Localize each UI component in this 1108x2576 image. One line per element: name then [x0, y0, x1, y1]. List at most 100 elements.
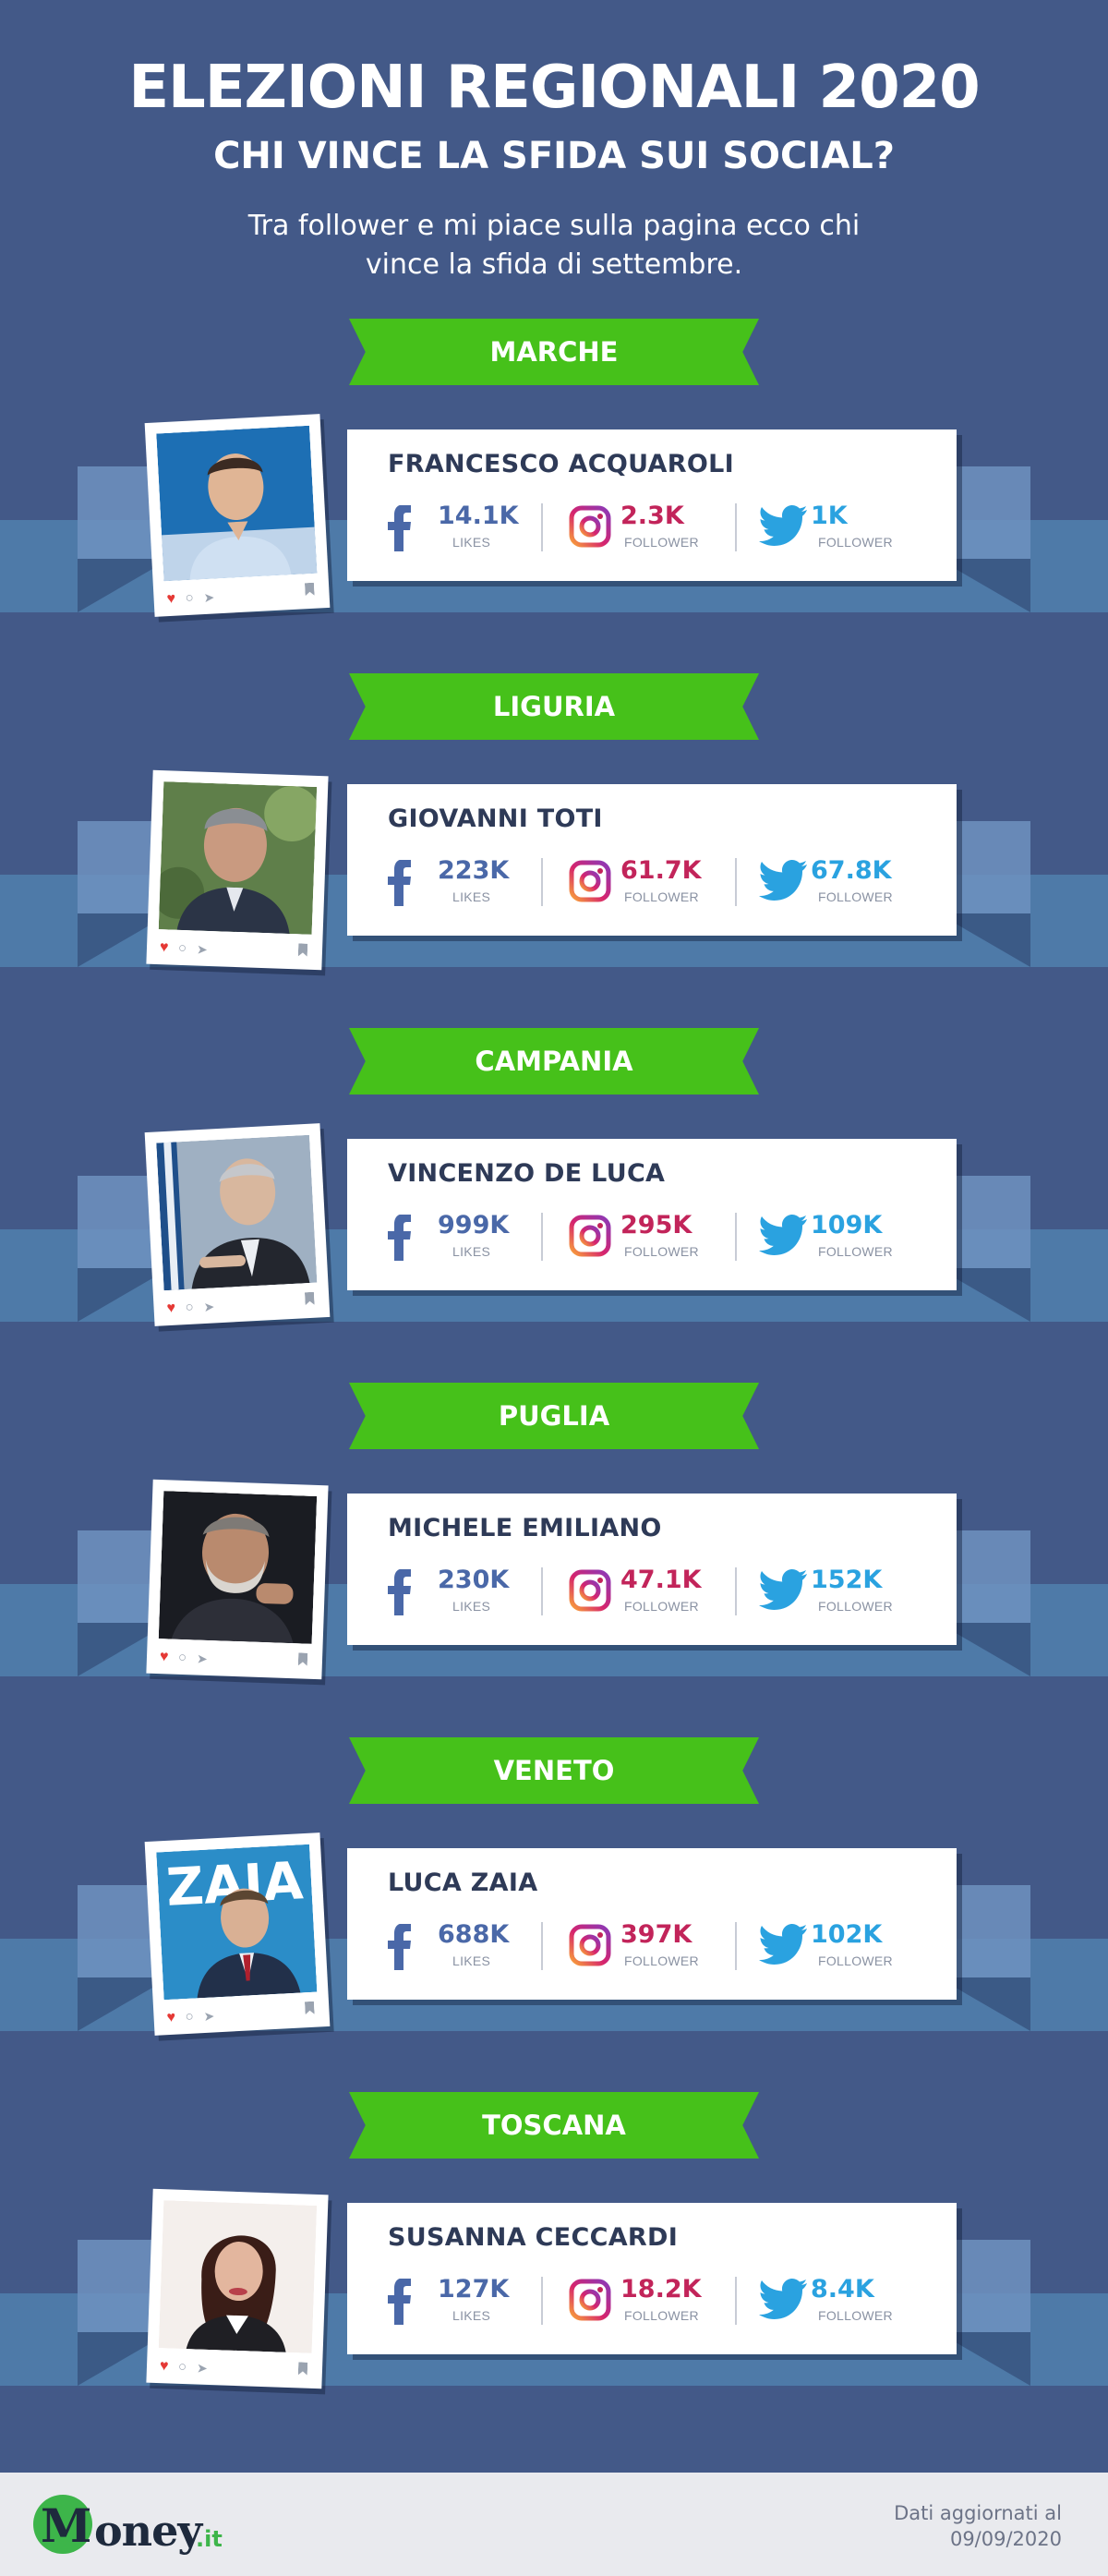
region-ribbon: VENETO — [349, 1737, 759, 1804]
update-line-1: Dati aggiornati al — [894, 2502, 1062, 2524]
facebook-label: LIKES — [452, 535, 491, 550]
candidate-card: MICHELE EMILIANO 230K LIKES 47.1K FOLLOWER 15… — [347, 1494, 957, 1645]
candidate-name: SUSANNA CECCARDI — [388, 2223, 679, 2252]
comment-icon: ○ — [177, 1649, 187, 1666]
region-ribbon: MARCHE — [349, 319, 759, 385]
facebook-label: LIKES — [452, 889, 491, 904]
candidate-portrait: ZAIA — [156, 1844, 318, 2001]
twitter-icon — [759, 505, 807, 550]
bookmark-icon — [298, 2362, 307, 2375]
candidate-photo: ♥ ○ ➤ — [146, 2188, 329, 2389]
candidate-card: FRANCESCO ACQUAROLI 14.1K LIKES 2.3K FOLLOWE… — [347, 429, 957, 581]
facebook-icon — [386, 1923, 414, 1975]
region-section: CAMPANIA ♥ ○ ➤ VINCENZO DE LUCA 999K LIKES 295K… — [0, 1028, 1108, 1379]
comment-icon: ○ — [177, 2358, 187, 2376]
instagram-count: 295K — [620, 1211, 692, 1240]
heart-icon: ♥ — [166, 590, 176, 608]
stat-divider — [735, 1922, 737, 1970]
region-ribbon: TOSCANA — [349, 2092, 759, 2159]
stat-divider — [735, 1213, 737, 1261]
facebook-label: LIKES — [452, 2308, 491, 2323]
instagram-icon — [569, 2279, 611, 2326]
logo-tld: .it — [196, 2526, 223, 2552]
page-title: ELEZIONI REGIONALI 2020 — [128, 54, 980, 122]
comment-icon: ○ — [185, 589, 195, 607]
facebook-icon — [386, 1214, 414, 1265]
photo-actions: ♥ ○ ➤ — [157, 929, 311, 970]
twitter-icon — [759, 860, 807, 905]
region-section: MARCHE ♥ ○ ➤ FRANCESCO ACQUAROLI 14.1K LIKES 2.… — [0, 319, 1108, 670]
instagram-count: 61.7K — [620, 856, 702, 885]
region-section: TOSCANA ♥ ○ ➤ SUSANNA CECCARDI 127K LIKES 18.2K… — [0, 2092, 1108, 2443]
stat-divider — [541, 1922, 543, 1970]
twitter-icon — [759, 2279, 807, 2324]
twitter-label: FOLLOWER — [818, 535, 893, 550]
instagram-count: 397K — [620, 1920, 692, 1949]
twitter-icon — [759, 1569, 807, 1615]
heart-icon: ♥ — [159, 1649, 169, 1665]
region-ribbon: CAMPANIA — [349, 1028, 759, 1094]
facebook-count: 223K — [438, 856, 510, 885]
facebook-icon — [386, 2278, 414, 2329]
bookmark-icon — [298, 943, 307, 956]
page-subtitle: CHI VINCE LA SFIDA SUI SOCIAL? — [213, 135, 895, 177]
stat-divider — [735, 1567, 737, 1615]
twitter-count: 152K — [811, 1566, 883, 1594]
share-icon: ➤ — [203, 1299, 215, 1315]
twitter-count: 102K — [811, 1920, 883, 1949]
comment-icon: ○ — [185, 1299, 195, 1316]
candidate-name: LUCA ZAIA — [388, 1869, 538, 1897]
candidate-card: LUCA ZAIA 688K LIKES 397K FOLLOWER 102K FOLLOW… — [347, 1848, 957, 2000]
instagram-count: 2.3K — [620, 502, 684, 530]
heart-icon: ♥ — [166, 2009, 176, 2026]
candidate-photo: ZAIA ♥ ○ ➤ — [144, 1832, 331, 2036]
candidate-photo: ♥ ○ ➤ — [146, 769, 329, 971]
bookmark-icon — [305, 2002, 315, 2015]
intro-text: Tra follower e mi piace sulla pagina ecc… — [185, 207, 923, 284]
instagram-label: FOLLOWER — [624, 1953, 699, 1968]
stat-divider — [735, 2277, 737, 2325]
region-ribbon: LIGURIA — [349, 673, 759, 740]
instagram-icon — [569, 1569, 611, 1616]
candidate-card: GIOVANNI TOTI 223K LIKES 61.7K FOLLOWER 67.8K… — [347, 784, 957, 936]
bookmark-icon — [298, 1652, 307, 1665]
header: ELEZIONI REGIONALI 2020 CHI VINCE LA SFI… — [0, 0, 1108, 305]
region-section: VENETO ZAIA ♥ ○ ➤ LUCA ZAIA 688K LIKES 397K FOLLO… — [0, 1737, 1108, 2088]
stat-divider — [541, 1567, 543, 1615]
instagram-label: FOLLOWER — [624, 1599, 699, 1614]
photo-actions: ♥ ○ ➤ — [157, 1639, 311, 1679]
twitter-count: 109K — [811, 1211, 883, 1240]
stat-divider — [735, 858, 737, 906]
facebook-icon — [386, 859, 414, 911]
candidate-name: GIOVANNI TOTI — [388, 804, 603, 833]
candidate-photo: ♥ ○ ➤ — [144, 1123, 331, 1326]
twitter-count: 1K — [811, 502, 848, 530]
twitter-count: 67.8K — [811, 856, 892, 885]
twitter-label: FOLLOWER — [818, 2308, 893, 2323]
intro-line-2: vince la sfida di settembre. — [365, 248, 743, 281]
instagram-icon — [569, 505, 611, 552]
share-icon: ➤ — [203, 589, 215, 606]
share-icon: ➤ — [196, 1651, 208, 1666]
comment-icon: ○ — [185, 2008, 195, 2026]
facebook-count: 230K — [438, 1566, 510, 1594]
stat-divider — [541, 1213, 543, 1261]
facebook-count: 999K — [438, 1211, 510, 1240]
stat-divider — [541, 858, 543, 906]
twitter-icon — [759, 1924, 807, 1969]
bookmark-icon — [305, 1292, 315, 1306]
region-section: PUGLIA ♥ ○ ➤ MICHELE EMILIANO 230K LIKES 47.1K F… — [0, 1383, 1108, 1734]
facebook-label: LIKES — [452, 1244, 491, 1259]
stat-divider — [541, 2277, 543, 2325]
candidate-portrait — [158, 1491, 318, 1644]
heart-icon: ♥ — [166, 1300, 176, 1317]
candidate-card: SUSANNA CECCARDI 127K LIKES 18.2K FOLLOWER 8.… — [347, 2203, 957, 2354]
instagram-icon — [569, 1215, 611, 1262]
instagram-count: 18.2K — [620, 2275, 702, 2304]
stat-divider — [541, 503, 543, 551]
candidate-photo: ♥ ○ ➤ — [144, 414, 331, 617]
logo-m: M — [41, 2498, 92, 2553]
share-icon: ➤ — [196, 941, 208, 957]
logo-wordmark: oney — [94, 2506, 202, 2556]
facebook-icon — [386, 504, 414, 556]
